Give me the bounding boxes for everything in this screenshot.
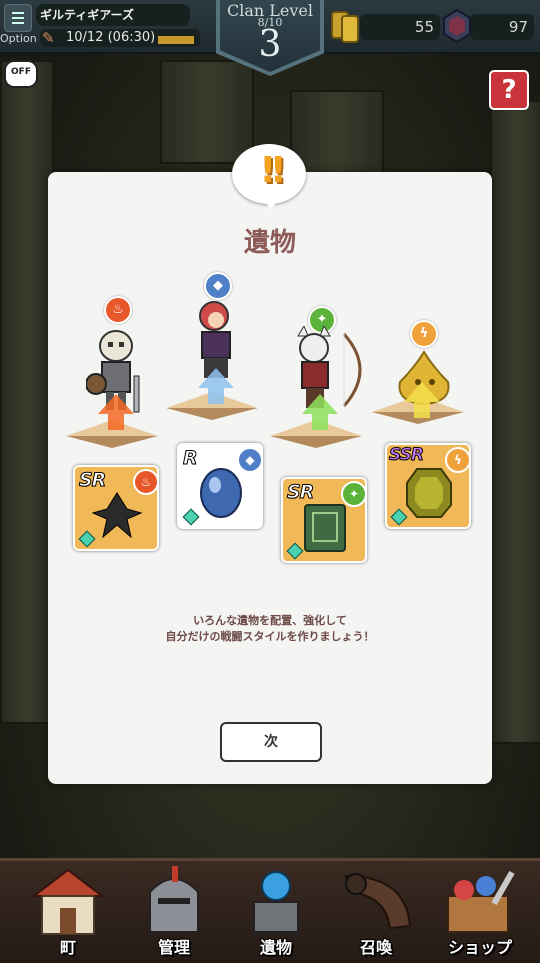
double-exclamation-icon: !! — [259, 150, 287, 191]
character-platform-base — [166, 408, 258, 420]
knight-helmet-icon — [134, 866, 214, 936]
town-house-icon — [28, 866, 108, 936]
stamina-bar — [158, 36, 194, 44]
character-platform-base — [270, 436, 362, 448]
water-up-arrow-icon — [196, 366, 236, 406]
relic-card-r-water[interactable]: R ◆ — [177, 443, 263, 529]
treasure-box-icon — [440, 866, 520, 936]
option-menu-button[interactable] — [4, 4, 32, 32]
rarity-label: SR — [78, 469, 106, 492]
water-element-icon: ◆ — [204, 272, 232, 300]
rarity-label: SSR — [389, 445, 425, 466]
description-line-1: いろんな遺物を配置、強化して — [193, 614, 347, 627]
nav-relic-label: 遺物 — [259, 938, 292, 957]
clan-name: ギルティギアーズ — [36, 4, 190, 26]
relic-card-sr-fire[interactable]: SR ♨ — [73, 465, 159, 551]
help-button[interactable]: ? — [489, 70, 529, 110]
nav-relic[interactable]: 遺物 — [226, 862, 326, 960]
nav-shop-label: ショップ — [447, 938, 512, 957]
summon-horn-icon — [336, 866, 416, 936]
yellow-gem-relic-icon — [403, 465, 455, 521]
speech-bubble-tail — [263, 198, 279, 210]
relic-card-ssr-thunder[interactable]: SSR ϟ — [385, 443, 471, 529]
nav-management[interactable]: 管理 — [124, 862, 224, 960]
auto-toggle-label: OFF — [11, 67, 31, 77]
blue-orb-relic-icon — [195, 465, 247, 521]
green-tome-relic-icon — [299, 501, 351, 555]
nav-management-label: 管理 — [157, 938, 190, 957]
relic-card-sr-wind[interactable]: SR ✦ — [281, 477, 367, 563]
coin-count: 55 — [414, 18, 434, 36]
nav-town[interactable]: 町 — [18, 862, 118, 960]
gem-count: 97 — [508, 18, 528, 36]
thunder-up-arrow-icon — [402, 380, 442, 420]
fire-element-icon: ♨ — [104, 296, 132, 324]
nav-town-label: 町 — [59, 938, 76, 957]
wind-up-arrow-icon — [300, 392, 340, 432]
quill-icon: ✎ — [42, 29, 55, 47]
nav-summon[interactable]: 召喚 — [326, 862, 426, 960]
fire-up-arrow-icon — [96, 392, 136, 432]
description-line-2: 自分だけの戦闘スタイルを作りましょう！ — [165, 630, 375, 643]
nav-summon-label: 召喚 — [359, 938, 392, 957]
date-text: 10/12 (06:30) — [66, 30, 156, 45]
character-platform-base — [66, 436, 158, 448]
next-button[interactable]: 次 — [220, 722, 322, 762]
option-label[interactable]: Option — [0, 32, 37, 45]
rarity-label: SR — [286, 481, 314, 504]
coin-icon — [328, 6, 362, 44]
dark-claw-relic-icon — [91, 489, 143, 541]
clan-level-value: 3 — [258, 24, 282, 65]
relic-altar-icon — [236, 866, 316, 936]
nav-shop[interactable]: ショップ — [430, 862, 530, 960]
modal-title: 遺物 — [243, 228, 296, 258]
auto-toggle[interactable]: OFF — [4, 60, 38, 88]
gem-icon — [440, 6, 474, 44]
thunder-element-icon: ϟ — [410, 320, 438, 348]
